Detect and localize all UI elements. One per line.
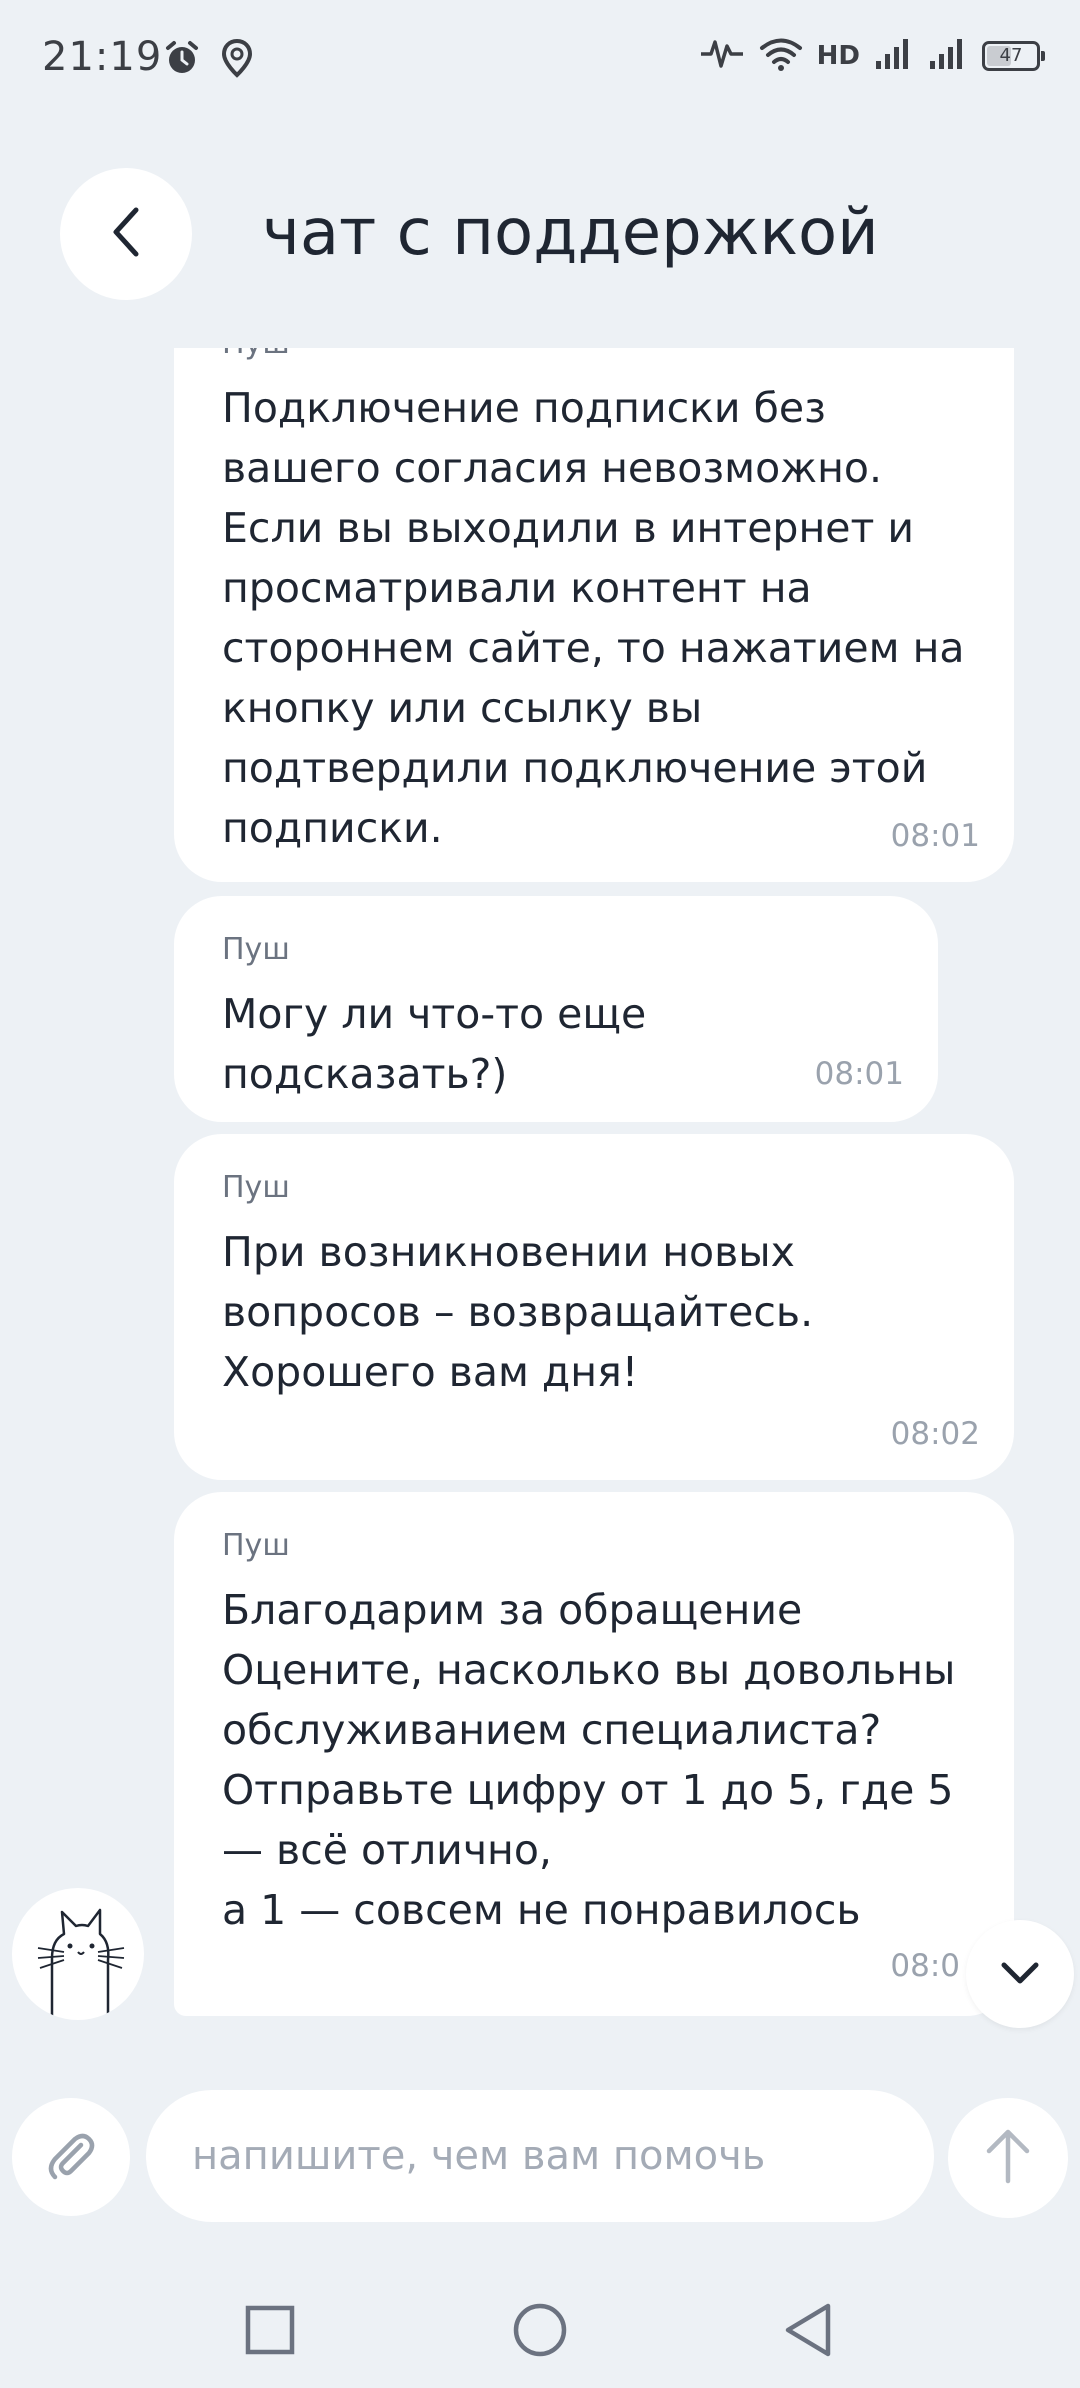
location-icon bbox=[220, 38, 254, 82]
send-button[interactable] bbox=[948, 2098, 1068, 2218]
status-right-icons: HD 47 bbox=[699, 36, 1045, 76]
signal-icon-2 bbox=[928, 37, 968, 75]
message-time: 08:02 bbox=[890, 1416, 980, 1452]
network-type-label: HD bbox=[816, 41, 860, 71]
triangle-back-icon bbox=[785, 2303, 831, 2357]
message-sender: Пуш bbox=[222, 932, 290, 967]
message-text: При возникновении новых вопросов – возвр… bbox=[222, 1228, 814, 1396]
battery-icon: 47 bbox=[982, 41, 1045, 71]
system-nav-bar bbox=[0, 2270, 1080, 2388]
status-time: 21:19 bbox=[42, 34, 163, 80]
alarm-icon bbox=[162, 38, 202, 82]
message-text: Могу ли что-то еще подсказать?) bbox=[222, 990, 647, 1098]
page-title: чат с поддержкой bbox=[262, 196, 879, 270]
arrow-up-icon bbox=[983, 2127, 1033, 2189]
square-icon bbox=[245, 2305, 295, 2355]
chat-screen: 21:19 HD 47 чат с поддержкой Подключение… bbox=[0, 0, 1080, 2388]
message-sender: Пуш bbox=[222, 348, 966, 362]
message-time: 08:0 bbox=[890, 1948, 960, 1984]
message-sender: Пуш bbox=[222, 1528, 290, 1563]
chat-messages[interactable]: Пуш Подключение подписки без вашего согл… bbox=[0, 348, 1080, 2028]
recents-button[interactable] bbox=[230, 2290, 310, 2370]
header: чат с поддержкой bbox=[0, 160, 1080, 310]
message-input[interactable] bbox=[146, 2090, 934, 2222]
message-bubble: Пуш Подключение подписки без вашего согл… bbox=[174, 348, 1014, 882]
circle-icon bbox=[513, 2303, 567, 2357]
cat-icon bbox=[37, 1908, 125, 2020]
message-bubble: Пуш При возникновении новых вопросов – в… bbox=[174, 1134, 1014, 1480]
message-time: 08:01 bbox=[890, 818, 980, 854]
chevron-down-icon bbox=[998, 1957, 1042, 1991]
support-bot-avatar bbox=[12, 1888, 144, 2020]
message-bubble: Пуш Благодарим за обращение Оцените, нас… bbox=[174, 1492, 1014, 2016]
message-sender: Пуш bbox=[222, 1170, 290, 1205]
message-text: Благодарим за обращение Оцените, насколь… bbox=[222, 1586, 956, 1934]
status-bar: 21:19 HD 47 bbox=[0, 0, 1080, 120]
paperclip-icon bbox=[43, 2127, 99, 2187]
wifi-icon bbox=[759, 36, 803, 76]
signal-icon-1 bbox=[874, 37, 914, 75]
message-time: 08:01 bbox=[814, 1056, 904, 1092]
status-left-icons bbox=[162, 38, 254, 82]
battery-level: 47 bbox=[999, 45, 1023, 66]
scroll-down-button[interactable] bbox=[966, 1920, 1074, 2028]
chevron-left-icon bbox=[106, 204, 146, 264]
back-nav-button[interactable] bbox=[770, 2290, 850, 2370]
message-bubble: Пуш Могу ли что-то еще подсказать?) 08:0… bbox=[174, 896, 938, 1122]
message-text: Подключение подписки без вашего согласия… bbox=[222, 384, 965, 852]
home-button[interactable] bbox=[500, 2290, 580, 2370]
attach-button[interactable] bbox=[12, 2098, 130, 2216]
back-button[interactable] bbox=[60, 168, 192, 300]
activity-icon bbox=[699, 36, 745, 76]
